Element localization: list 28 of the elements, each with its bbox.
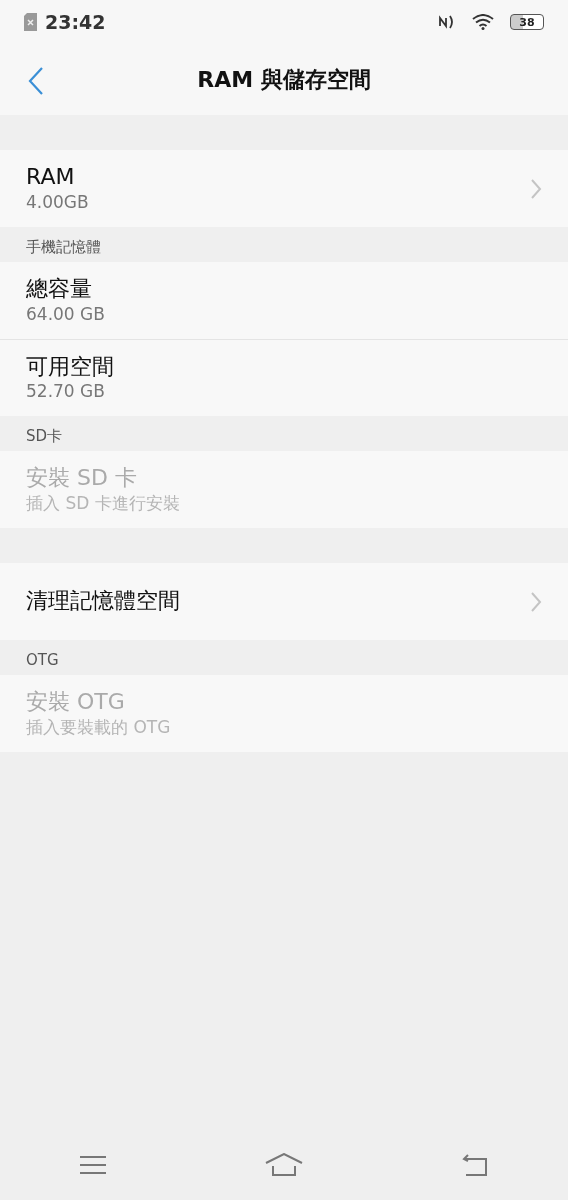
item-title: 可用空間 xyxy=(26,353,114,381)
back-icon[interactable] xyxy=(28,66,44,96)
section-header: OTG xyxy=(26,649,59,671)
item-title: 總容量 xyxy=(26,276,93,303)
section-header: SD卡 xyxy=(26,425,63,447)
item-title: 清理記憶體空間 xyxy=(26,588,180,615)
section-header: 手機記憶體 xyxy=(26,236,101,258)
menu-icon[interactable] xyxy=(79,1155,107,1175)
item-value: 插入 SD 卡進行安裝 xyxy=(26,491,180,514)
sim-icon xyxy=(24,13,37,31)
settings-item[interactable]: RAM 4.00GB xyxy=(0,150,568,227)
item-value: 4.00GB xyxy=(26,190,89,213)
settings-item[interactable]: 總容量 64.00 GB xyxy=(0,262,568,339)
item-value: 插入要裝載的 OTG xyxy=(26,715,171,738)
home-icon[interactable] xyxy=(265,1153,303,1177)
item-title: 安裝 OTG xyxy=(26,689,126,716)
wifi-icon xyxy=(472,14,494,30)
item-value: 52.70 GB xyxy=(26,380,106,403)
settings-item[interactable]: 清理記憶體空間 xyxy=(0,563,568,640)
item-title: 安裝 SD 卡 xyxy=(26,465,138,492)
settings-item[interactable]: 可用空間 52.70 GB xyxy=(0,339,568,416)
back-icon[interactable] xyxy=(461,1153,489,1177)
battery-icon: 38 xyxy=(510,14,544,30)
status-time: 23:42 xyxy=(45,9,106,35)
item-title: RAM xyxy=(26,164,76,191)
screen-title: RAM 與儲存空間 xyxy=(197,66,371,94)
nfc-icon xyxy=(438,14,456,30)
item-value: 64.00 GB xyxy=(26,302,105,325)
